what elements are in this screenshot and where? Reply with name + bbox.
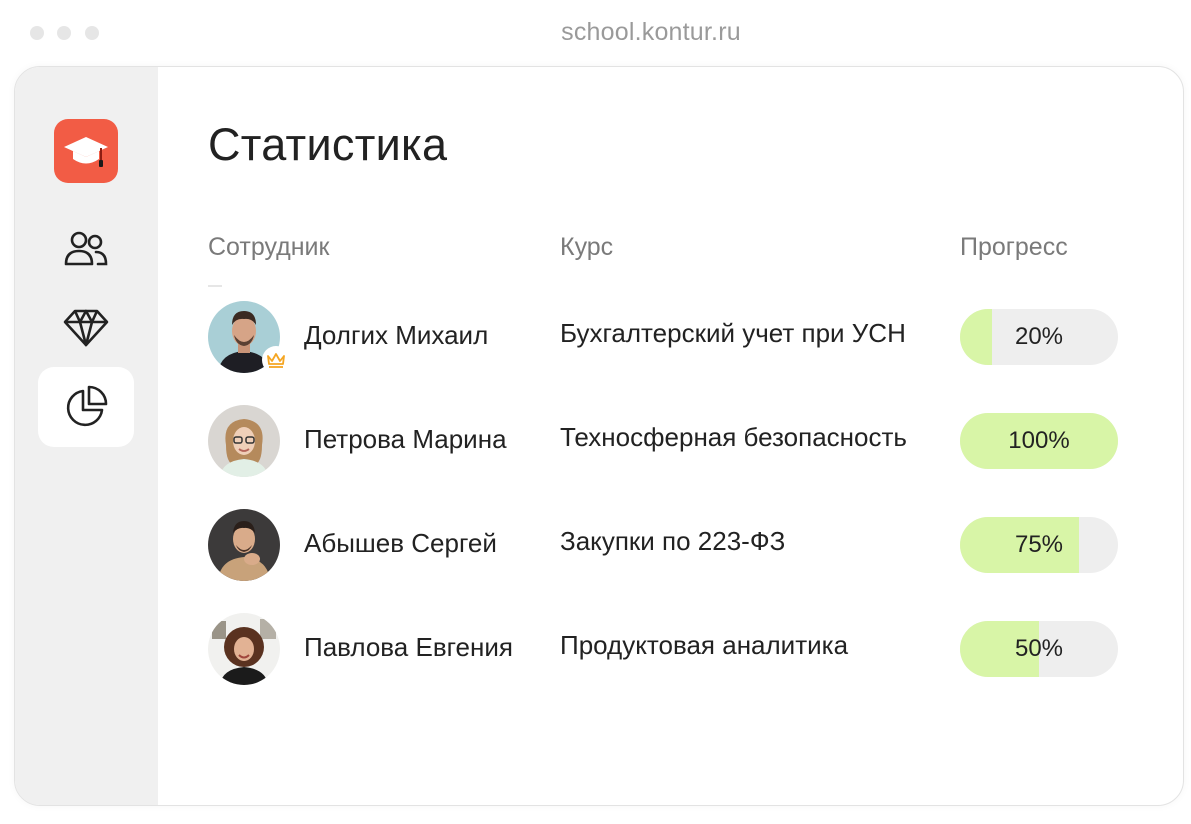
page-title: Статистика	[208, 119, 448, 170]
users-icon	[64, 231, 108, 266]
column-header-course: Курс	[560, 233, 614, 261]
progress-bar: 100%	[960, 413, 1118, 469]
course-name: Техносферная безопасность	[560, 422, 907, 452]
employee-name: Петрова Марина	[304, 424, 507, 454]
sidebar	[15, 67, 158, 805]
column-header-employee: Сотрудник	[208, 233, 330, 261]
pie-chart-icon	[66, 385, 108, 427]
sidebar-item-employees[interactable]	[38, 209, 134, 289]
browser-chrome: school.kontur.ru	[0, 0, 1191, 66]
table-row[interactable]: Долгих Михаил Бухгалтерский учет при УСН…	[158, 298, 1158, 378]
crown-icon	[267, 353, 285, 368]
progress-label: 20%	[1014, 323, 1064, 350]
progress-label: 100%	[1008, 427, 1070, 454]
sidebar-item-courses[interactable]	[38, 288, 134, 368]
avatar	[208, 613, 280, 685]
diamond-icon	[63, 309, 109, 347]
progress-bar: 50%	[960, 621, 1118, 677]
address-bar-url[interactable]: school.kontur.ru	[0, 18, 1191, 47]
header-divider	[208, 285, 222, 287]
progress-bar: 75%	[960, 517, 1118, 573]
main-content: Статистика Сотрудник Курс Прогресс Долги…	[158, 67, 1183, 805]
progress-label: 75%	[1014, 531, 1064, 558]
course-name: Бухгалтерский учет при УСН	[560, 318, 906, 348]
table-row[interactable]: Абышев Сергей Закупки по 223-ФЗ 75%	[158, 506, 1158, 586]
table-row[interactable]: Петрова Марина Техносферная безопасность…	[158, 402, 1158, 482]
course-name: Продуктовая аналитика	[560, 630, 849, 660]
employee-name: Павлова Евгения	[304, 632, 513, 662]
course-name: Закупки по 223-ФЗ	[560, 526, 786, 556]
sidebar-item-statistics[interactable]	[38, 367, 134, 447]
progress-label: 50%	[1014, 635, 1064, 662]
table-row[interactable]: Павлова Евгения Продуктовая аналитика 50…	[158, 610, 1158, 690]
avatar	[208, 509, 280, 581]
progress-bar: 20%	[960, 309, 1118, 365]
graduation-cap-icon	[64, 137, 108, 167]
column-header-progress: Прогресс	[960, 233, 1068, 261]
app-window: Статистика Сотрудник Курс Прогресс Долги…	[14, 66, 1184, 806]
admin-badge	[262, 346, 290, 374]
employee-name: Долгих Михаил	[304, 320, 489, 350]
avatar	[208, 405, 280, 477]
app-logo[interactable]	[54, 119, 118, 183]
employee-name: Абышев Сергей	[304, 528, 497, 558]
